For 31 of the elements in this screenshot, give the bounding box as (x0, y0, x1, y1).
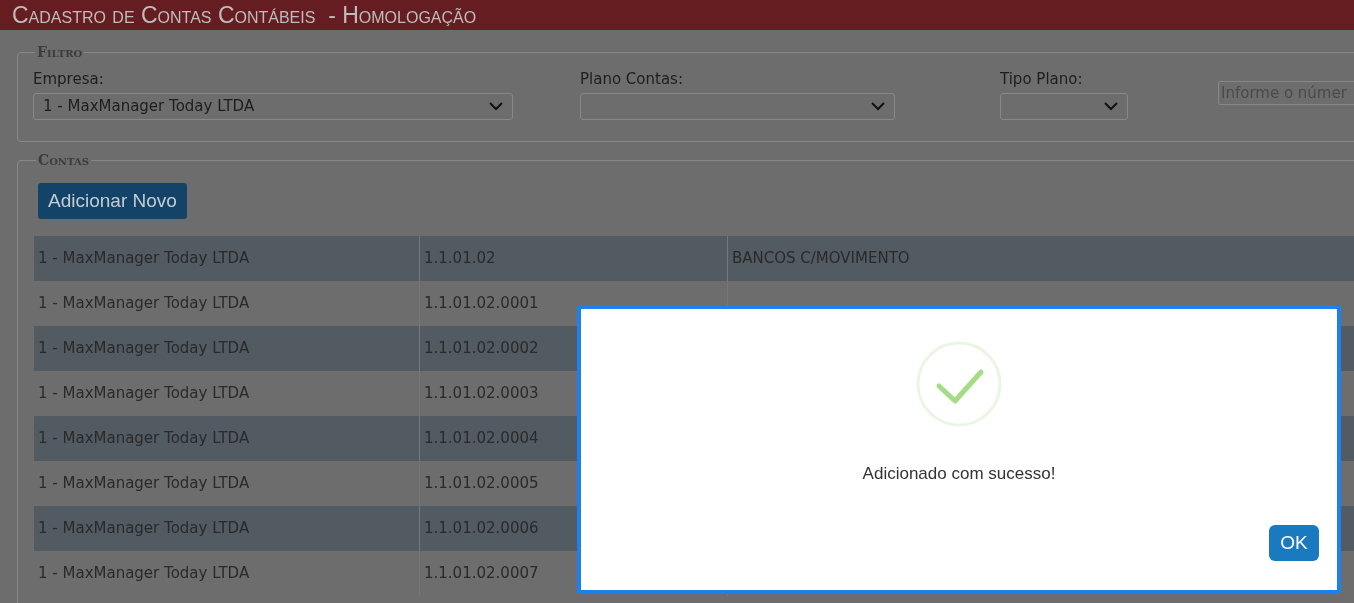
table-cell-text: 1 - MaxManager Today LTDA (38, 338, 250, 360)
field-label: Plano Contas: (580, 69, 684, 90)
table-cell-text: BANCOS C/MOVIMENTO (732, 248, 910, 270)
chevron-down-icon (871, 102, 885, 111)
table-cell-text: 1.1.01.02.0003 (424, 383, 539, 405)
ok-button[interactable]: OK (1269, 525, 1319, 561)
table-cell-text: 1 - MaxManager Today LTDA (38, 428, 250, 450)
table-cell-text: 1 - MaxManager Today LTDA (38, 248, 250, 270)
success-check-icon (916, 341, 1002, 427)
table-cell-text: 1.1.01.02.0007 (424, 563, 539, 585)
table-cell-text: 1.1.01.02.0002 (424, 338, 539, 360)
chevron-down-icon (489, 102, 503, 111)
table-cell-text: 1.1.01.02.0005 (424, 473, 539, 495)
table-cell-text: 1 - MaxManager Today LTDA (38, 563, 250, 585)
field-label: Tipo Plano: (1000, 69, 1084, 90)
table-cell-text: 1.1.01.02 (424, 248, 496, 270)
dropdown[interactable]: 1 - MaxManager Today LTDA (33, 93, 513, 120)
dropdown[interactable] (580, 93, 895, 120)
table-cell-text: 1 - MaxManager Today LTDA (38, 473, 250, 495)
page-title: Cadastro de Contas Contábeis - Homologação (12, 3, 477, 27)
add-new-button[interactable]: Adicionar Novo (38, 183, 187, 219)
chevron-down-icon (1104, 102, 1118, 111)
table-cell-text: 1 - MaxManager Today LTDA (38, 383, 250, 405)
dialog-message: Adicionado com sucesso! (862, 463, 1056, 485)
field-label: Empresa: (33, 69, 105, 90)
table-cell-text: 1.1.01.02.0006 (424, 518, 539, 540)
table-cell-text: 1 - MaxManager Today LTDA (38, 293, 250, 315)
dropdown[interactable] (1000, 93, 1128, 120)
table-cell-text: 1 - MaxManager Today LTDA (38, 518, 250, 540)
table-cell-text: 1.1.01.02.0004 (424, 428, 539, 450)
table-cell-text: 1.1.01.02.0001 (424, 293, 539, 315)
